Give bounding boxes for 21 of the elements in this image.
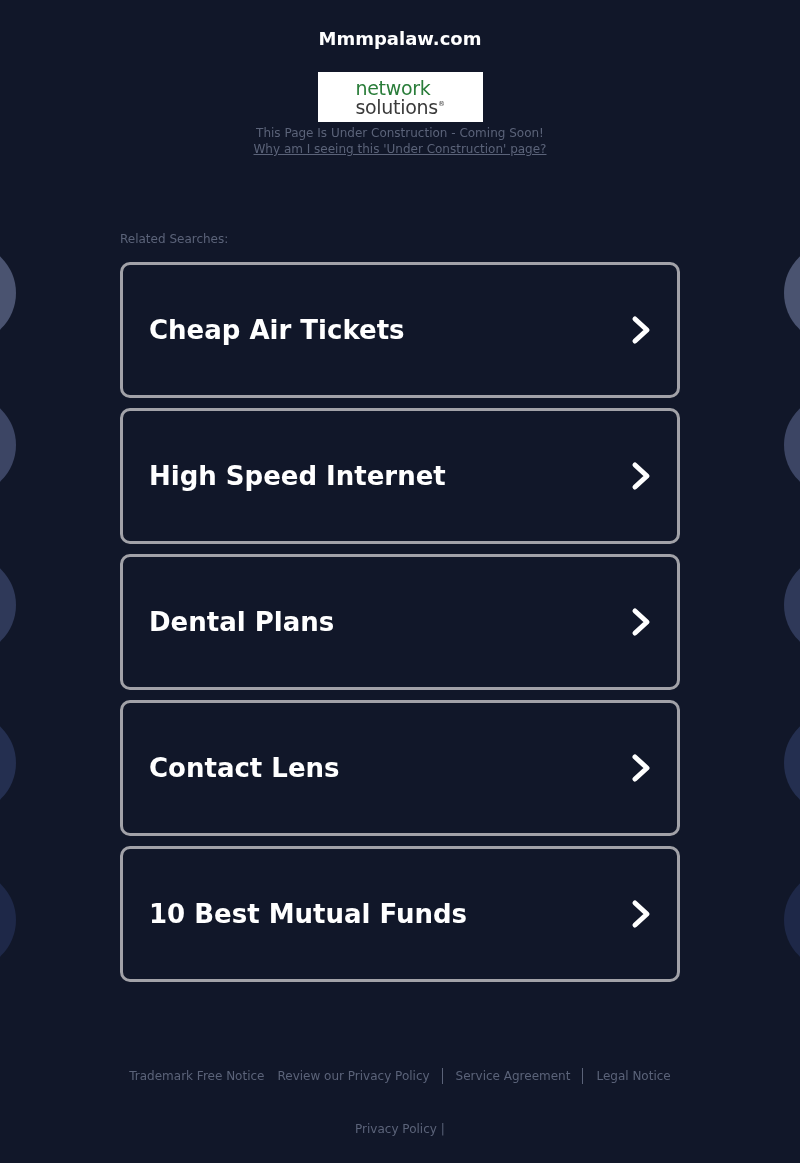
construction-notice: This Page Is Under Construction - Coming Soon!	[256, 125, 544, 141]
related-search-link[interactable]: High Speed Internet	[120, 408, 680, 544]
related-searches-label: Related Searches:	[120, 231, 229, 247]
footer-link[interactable]: Trademark Free Notice	[129, 1068, 265, 1084]
privacy-policy-link[interactable]: Privacy Policy	[355, 1121, 437, 1137]
why-link[interactable]: Why am I seeing this 'Under Construction' page?	[253, 141, 547, 157]
chevron-right-icon	[631, 899, 651, 929]
chevron-right-icon	[631, 753, 651, 783]
logo-wordmark: network solutions$^{®}$	[355, 79, 445, 115]
related-search-link[interactable]: Contact Lens	[120, 700, 680, 836]
footer-link[interactable]: Service Agreement	[455, 1068, 584, 1084]
separator: |	[440, 1121, 445, 1137]
related-search-link[interactable]: 10 Best Mutual Funds	[120, 846, 680, 982]
footer-link[interactable]: Review our Privacy Policy	[277, 1068, 443, 1084]
chevron-right-icon	[631, 315, 651, 345]
chevron-right-icon	[631, 461, 651, 491]
related-search-link[interactable]: Dental Plans	[120, 554, 680, 690]
footer-link[interactable]: Legal Notice	[596, 1068, 671, 1084]
site-title: Mmmpalaw.com	[318, 28, 482, 50]
related-search-link[interactable]: Cheap Air Tickets	[120, 262, 680, 398]
chevron-right-icon	[631, 607, 651, 637]
